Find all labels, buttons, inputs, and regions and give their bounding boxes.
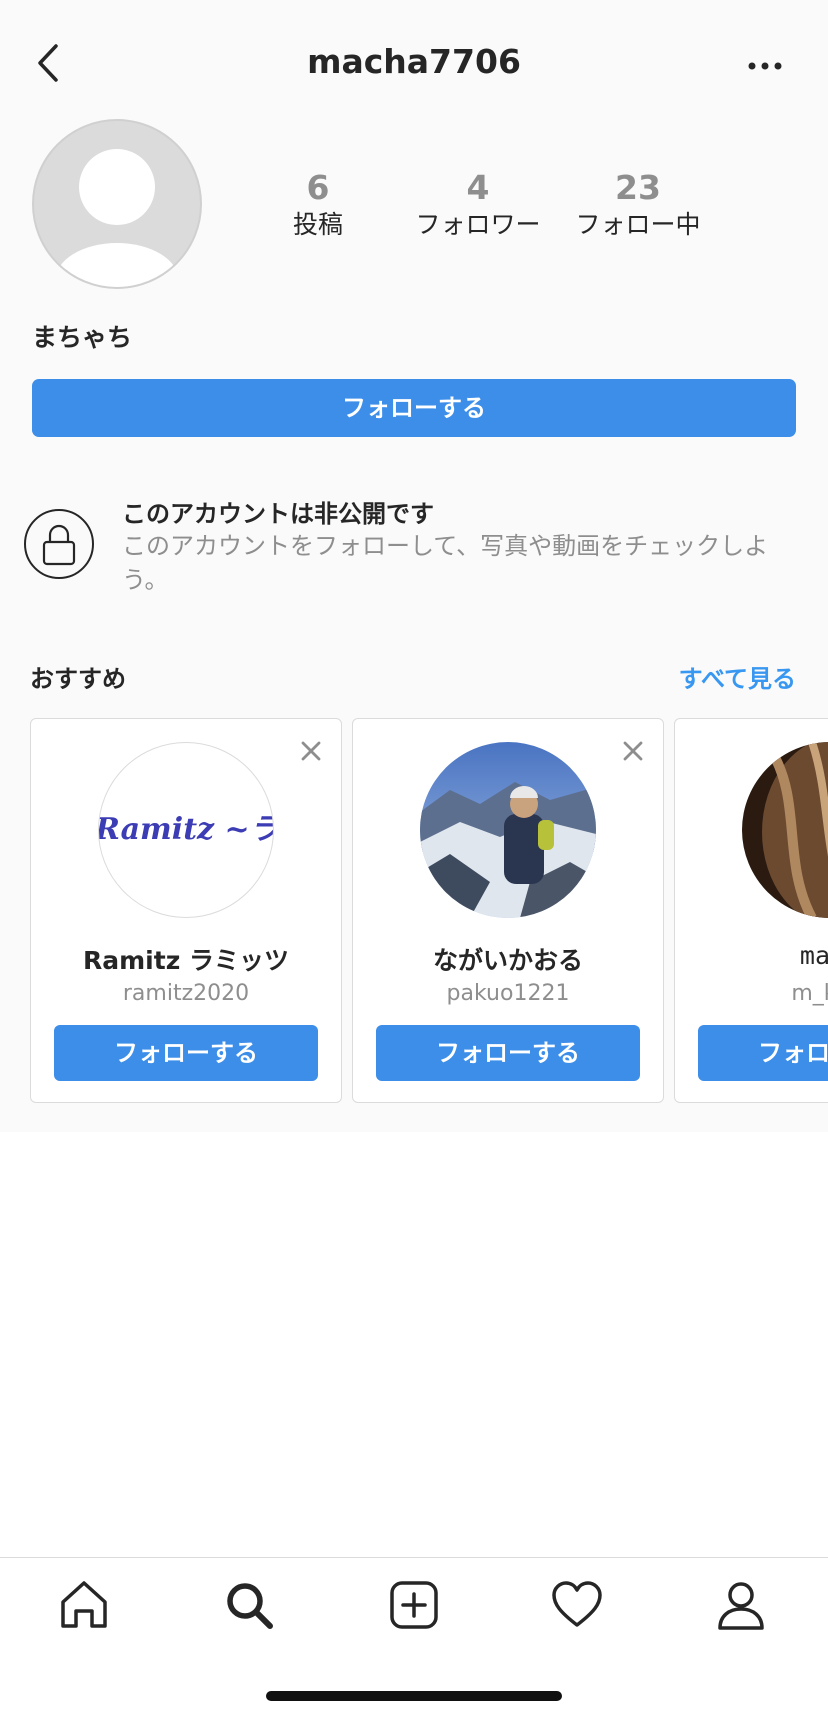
private-account-title: このアカウントは非公開です — [122, 500, 434, 528]
hair-photo — [742, 742, 828, 918]
see-all-link[interactable]: すべて見る — [679, 659, 796, 694]
suggestion-card[interactable]: mari m_kich フォローする — [674, 718, 828, 1103]
suggestion-name: mari — [799, 941, 828, 970]
close-icon[interactable] — [299, 739, 323, 763]
follow-button[interactable]: フォローする — [32, 379, 796, 437]
suggestion-avatar[interactable] — [742, 742, 828, 918]
suggestion-handle: pakuo1221 — [446, 981, 570, 1006]
default-avatar-icon — [55, 149, 179, 287]
stat-count: 6 — [306, 168, 330, 207]
profile-avatar — [32, 119, 202, 289]
mountain-climber-photo — [420, 742, 596, 918]
stat-count: 23 — [615, 168, 661, 207]
page-title: macha7706 — [307, 42, 521, 81]
suggestion-name: ながいかおる — [432, 946, 583, 975]
profile-icon[interactable] — [714, 1578, 768, 1632]
suggestion-follow-button[interactable]: フォローする — [698, 1025, 828, 1081]
suggestion-name: Ramitz ラミッツ — [83, 946, 289, 975]
activity-heart-icon[interactable] — [550, 1578, 604, 1632]
suggestion-follow-button[interactable]: フォローする — [54, 1025, 318, 1081]
suggestion-avatar[interactable] — [420, 742, 596, 918]
header-bar: macha7706 — [0, 0, 828, 130]
private-account-description: このアカウントをフォローして、写真や動画をチェックしよう。 — [122, 532, 769, 594]
suggestion-avatar[interactable]: Ramitz ~ラミッツ~ — [98, 742, 274, 918]
lock-icon — [24, 509, 94, 579]
suggestion-card[interactable]: ながいかおる pakuo1221 フォローする — [352, 718, 664, 1103]
close-icon[interactable] — [621, 739, 645, 763]
suggestion-follow-button[interactable]: フォローする — [376, 1025, 640, 1081]
more-options-icon[interactable] — [740, 52, 790, 80]
stat-count: 4 — [466, 168, 490, 207]
stat-label: フォロワー — [415, 210, 541, 239]
stat-following[interactable]: 23 フォロー中 — [558, 168, 718, 242]
suggestion-handle: ramitz2020 — [122, 981, 250, 1006]
new-post-icon[interactable] — [387, 1578, 441, 1632]
ramitz-logo: Ramitz ~ラミッツ~ — [99, 812, 273, 847]
stat-followers[interactable]: 4 フォロワー — [398, 168, 558, 242]
stat-posts[interactable]: 6 投稿 — [238, 168, 398, 242]
profile-screen: macha7706 6 投稿 4 フォロワー 23 フォロー中 まちゃち フォロ… — [0, 0, 828, 1717]
stat-label: フォロー中 — [575, 210, 701, 239]
suggestion-card[interactable]: Ramitz ~ラミッツ~ Ramitz ラミッツ ramitz2020 フォロ… — [30, 718, 342, 1103]
suggestions-title: おすすめ — [30, 665, 126, 693]
home-indicator[interactable] — [266, 1691, 562, 1701]
home-icon[interactable] — [57, 1578, 111, 1632]
svg-text:Ramitz ~ラミッツ~: Ramitz ~ラミッツ~ — [99, 812, 273, 847]
search-icon[interactable] — [222, 1578, 276, 1632]
suggestion-handle: m_kich — [791, 981, 828, 1006]
display-name: まちゃち — [32, 323, 133, 352]
stat-label: 投稿 — [292, 210, 343, 239]
